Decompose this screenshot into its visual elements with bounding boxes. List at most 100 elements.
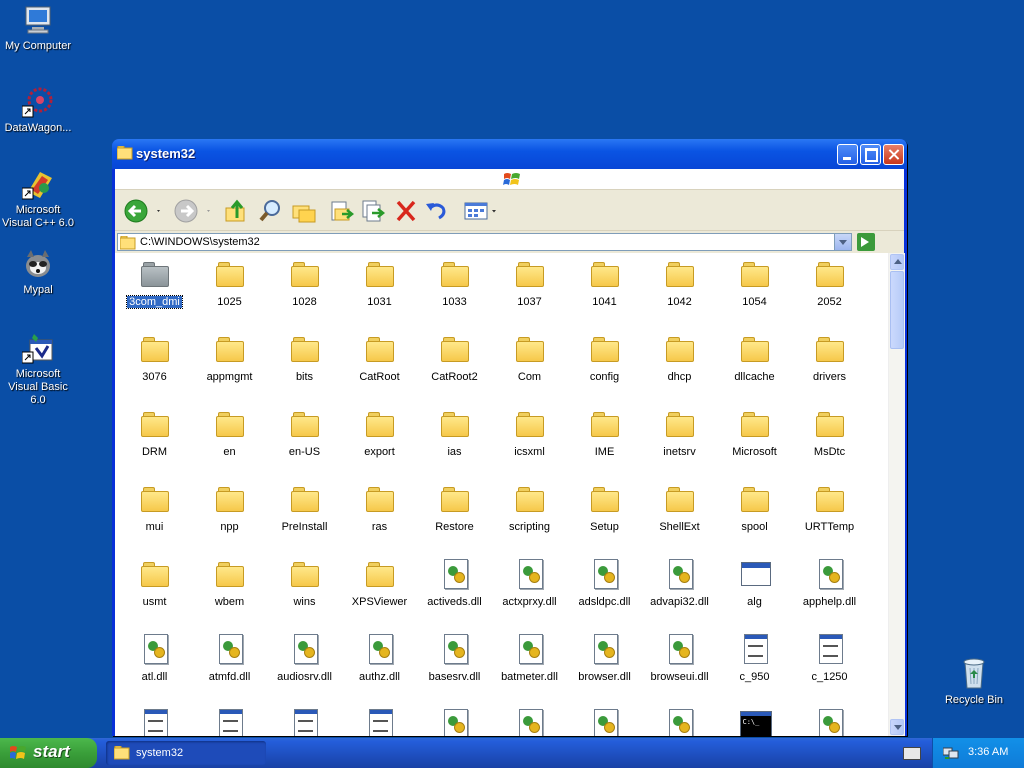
start-button[interactable]: start bbox=[0, 738, 97, 768]
file-item[interactable] bbox=[792, 708, 867, 736]
file-item[interactable]: atl.dll bbox=[117, 633, 192, 683]
file-item[interactable]: wins bbox=[267, 558, 342, 608]
file-item[interactable]: actxprxy.dll bbox=[492, 558, 567, 608]
delete-button[interactable] bbox=[393, 198, 419, 224]
file-item[interactable]: 1028 bbox=[267, 258, 342, 308]
folders-button[interactable] bbox=[291, 198, 317, 224]
file-item[interactable] bbox=[342, 708, 417, 736]
file-item[interactable]: MsDtc bbox=[792, 408, 867, 458]
file-item[interactable]: mui bbox=[117, 483, 192, 533]
file-item[interactable]: Setup bbox=[567, 483, 642, 533]
file-item[interactable]: 1037 bbox=[492, 258, 567, 308]
file-item[interactable]: 1031 bbox=[342, 258, 417, 308]
keyboard-icon[interactable] bbox=[903, 747, 921, 760]
file-item[interactable]: npp bbox=[192, 483, 267, 533]
scroll-down-button[interactable] bbox=[890, 719, 904, 735]
desktop-icon-my-computer[interactable]: My Computer bbox=[0, 4, 76, 53]
desktop-icon-visual-cpp[interactable]: Microsoft Visual C++ 6.0 bbox=[0, 168, 76, 230]
move-to-button[interactable] bbox=[329, 198, 355, 224]
scroll-up-button[interactable] bbox=[890, 254, 904, 270]
file-item[interactable]: 3com_dmi bbox=[117, 258, 192, 309]
window-titlebar[interactable]: system32 bbox=[112, 139, 907, 169]
file-item[interactable] bbox=[117, 708, 192, 736]
back-button[interactable] bbox=[123, 198, 163, 224]
taskbar-item-system32[interactable]: system32 bbox=[106, 741, 266, 765]
file-item[interactable]: browseui.dll bbox=[642, 633, 717, 683]
file-item[interactable]: dhcp bbox=[642, 333, 717, 383]
file-item[interactable]: 1054 bbox=[717, 258, 792, 308]
file-item[interactable]: 1041 bbox=[567, 258, 642, 308]
file-item[interactable]: apphelp.dll bbox=[792, 558, 867, 608]
file-item[interactable]: adsldpc.dll bbox=[567, 558, 642, 608]
file-item[interactable]: DRM bbox=[117, 408, 192, 458]
address-dropdown-button[interactable] bbox=[834, 234, 851, 250]
file-item[interactable]: export bbox=[342, 408, 417, 458]
desktop-icon-recycle-bin[interactable]: Recycle Bin bbox=[940, 656, 1008, 706]
file-item[interactable] bbox=[717, 708, 792, 736]
go-button[interactable] bbox=[857, 233, 875, 251]
file-item[interactable]: ras bbox=[342, 483, 417, 533]
file-item[interactable]: advapi32.dll bbox=[642, 558, 717, 608]
file-item[interactable]: PreInstall bbox=[267, 483, 342, 533]
desktop-icon-mypal[interactable]: Mypal bbox=[0, 248, 76, 297]
file-item[interactable]: dllcache bbox=[717, 333, 792, 383]
file-item[interactable]: usmt bbox=[117, 558, 192, 608]
file-item[interactable]: c_950 bbox=[717, 633, 792, 683]
file-item[interactable]: inetsrv bbox=[642, 408, 717, 458]
file-item[interactable]: URTTemp bbox=[792, 483, 867, 533]
file-item[interactable]: CatRoot2 bbox=[417, 333, 492, 383]
undo-button[interactable] bbox=[423, 198, 449, 224]
file-item[interactable]: ias bbox=[417, 408, 492, 458]
address-field[interactable]: C:\WINDOWS\system32 bbox=[117, 233, 852, 251]
file-item[interactable]: bits bbox=[267, 333, 342, 383]
file-item[interactable]: Com bbox=[492, 333, 567, 383]
file-item[interactable]: basesrv.dll bbox=[417, 633, 492, 683]
network-icon[interactable] bbox=[942, 746, 959, 763]
file-item[interactable] bbox=[267, 708, 342, 736]
vertical-scrollbar[interactable] bbox=[888, 253, 905, 736]
file-item[interactable]: appmgmt bbox=[192, 333, 267, 383]
file-item[interactable]: 1025 bbox=[192, 258, 267, 308]
file-item[interactable]: browser.dll bbox=[567, 633, 642, 683]
file-item[interactable]: 1042 bbox=[642, 258, 717, 308]
file-item[interactable]: c_1250 bbox=[792, 633, 867, 683]
views-button[interactable] bbox=[463, 198, 499, 224]
close-button[interactable] bbox=[883, 144, 904, 165]
desktop-icon-datawagon[interactable]: DataWagon... bbox=[0, 86, 76, 135]
file-item[interactable]: alg bbox=[717, 558, 792, 608]
file-item[interactable] bbox=[642, 708, 717, 736]
copy-to-button[interactable] bbox=[360, 198, 386, 224]
file-item[interactable] bbox=[192, 708, 267, 736]
search-button[interactable] bbox=[258, 198, 284, 224]
file-item[interactable]: 1033 bbox=[417, 258, 492, 308]
forward-button[interactable] bbox=[173, 198, 213, 224]
file-item[interactable]: Restore bbox=[417, 483, 492, 533]
file-item[interactable]: IME bbox=[567, 408, 642, 458]
file-item[interactable]: ShellExt bbox=[642, 483, 717, 533]
file-item[interactable]: authz.dll bbox=[342, 633, 417, 683]
file-item[interactable]: 3076 bbox=[117, 333, 192, 383]
file-item[interactable]: Microsoft bbox=[717, 408, 792, 458]
up-folder-button[interactable] bbox=[223, 198, 249, 224]
file-item[interactable]: audiosrv.dll bbox=[267, 633, 342, 683]
file-item[interactable] bbox=[492, 708, 567, 736]
minimize-button[interactable] bbox=[837, 144, 858, 165]
scroll-thumb[interactable] bbox=[890, 271, 904, 349]
file-item[interactable]: en bbox=[192, 408, 267, 458]
file-item[interactable]: icsxml bbox=[492, 408, 567, 458]
file-item[interactable] bbox=[567, 708, 642, 736]
file-item[interactable]: 2052 bbox=[792, 258, 867, 308]
file-item[interactable]: batmeter.dll bbox=[492, 633, 567, 683]
file-item[interactable]: spool bbox=[717, 483, 792, 533]
maximize-button[interactable] bbox=[860, 144, 881, 165]
file-item[interactable]: en-US bbox=[267, 408, 342, 458]
file-item[interactable]: XPSViewer bbox=[342, 558, 417, 608]
file-item[interactable]: config bbox=[567, 333, 642, 383]
file-item[interactable] bbox=[417, 708, 492, 736]
desktop-icon-visual-basic[interactable]: Microsoft Visual Basic 6.0 bbox=[0, 332, 76, 407]
file-item[interactable]: scripting bbox=[492, 483, 567, 533]
file-item[interactable]: drivers bbox=[792, 333, 867, 383]
file-item[interactable]: activeds.dll bbox=[417, 558, 492, 608]
file-item[interactable]: wbem bbox=[192, 558, 267, 608]
file-item[interactable]: atmfd.dll bbox=[192, 633, 267, 683]
